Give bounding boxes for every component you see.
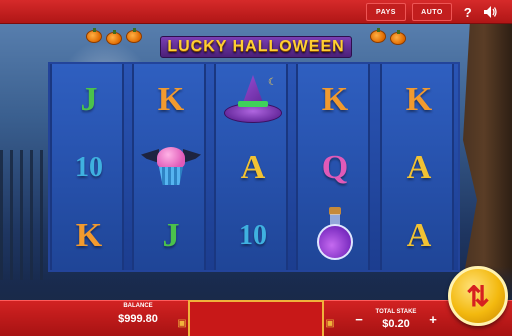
pumpkin-icon (370, 28, 386, 43)
potion-icon (313, 207, 357, 265)
balance-label: BALANCE (123, 303, 153, 309)
bat-cupcake-icon (141, 143, 201, 193)
game-title: LUCKY HALLOWEEN (167, 38, 345, 55)
spin-button[interactable]: ⇅ (448, 266, 508, 326)
reel-cell: K (134, 66, 208, 134)
reel-cell: J (52, 66, 126, 134)
reel-cell: K (52, 202, 126, 270)
speaker-icon (484, 6, 497, 18)
symbol-A: A (406, 217, 432, 254)
reel-cell: J (134, 202, 208, 270)
reel-column: KJ (132, 64, 206, 270)
help-button[interactable]: ? (460, 3, 476, 21)
reel-cell: K (298, 66, 372, 134)
reels-area: J 10 K K J ☾ A 10 K Q K A A (48, 62, 460, 272)
increase-stake-button[interactable]: + (426, 313, 440, 327)
reel-column: ☾ A 10 (214, 64, 288, 270)
pumpkin-icon (86, 28, 102, 43)
symbol-A: A (240, 149, 266, 186)
reel-column: KQ (296, 64, 370, 270)
ornament-icon: ▣ (325, 318, 335, 329)
reel-cell: Q (298, 134, 372, 202)
witch-hat-icon: ☾ (222, 71, 284, 129)
reel-cell (298, 202, 372, 270)
symbol-K: K (405, 81, 433, 118)
ornament-icon: ▣ (177, 318, 187, 329)
reel-column: J 10 K (50, 64, 124, 270)
reel-cell: A (382, 134, 456, 202)
total-stake-label: TOTAL STAKE (375, 309, 417, 315)
pays-button[interactable]: PAYS (366, 3, 406, 21)
symbol-10: 10 (239, 220, 267, 251)
symbol-J: J (80, 81, 98, 118)
reel-cell: 10 (216, 202, 290, 270)
pumpkin-icon (126, 28, 142, 43)
balance-value: $999.80 (118, 313, 158, 325)
reel-cell: A (382, 202, 456, 270)
reel-cell: A (216, 134, 290, 202)
total-stake-value: $0.20 (382, 318, 410, 330)
symbol-K: K (75, 217, 103, 254)
symbol-10: 10 (75, 152, 103, 183)
title-banner: LUCKY HALLOWEEN (86, 28, 406, 62)
decrease-stake-button[interactable]: − (352, 313, 366, 327)
symbol-Q: Q (321, 149, 349, 186)
reel-column: KAA (380, 64, 454, 270)
symbol-K: K (157, 81, 185, 118)
reel-cell: ☾ (216, 66, 290, 134)
auto-button[interactable]: AUTO (412, 3, 452, 21)
reel-cell (134, 134, 208, 202)
top-bar: PAYS AUTO ? (0, 0, 512, 24)
pumpkin-icon (106, 30, 122, 45)
center-panel (188, 300, 324, 336)
symbol-J: J (162, 217, 180, 254)
pumpkin-icon (390, 30, 406, 45)
spin-arrows-icon: ⇅ (466, 280, 490, 312)
reel-cell: 10 (52, 134, 126, 202)
symbol-A: A (406, 149, 432, 186)
graveyard-fence (0, 150, 44, 280)
symbol-K: K (321, 81, 349, 118)
sound-button[interactable] (482, 3, 500, 21)
reel-cell: K (382, 66, 456, 134)
